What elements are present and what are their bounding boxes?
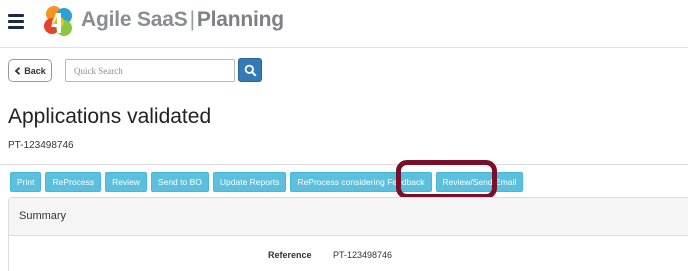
review-button[interactable]: Review — [105, 172, 147, 192]
review-send-email-button[interactable]: Review/Send Email — [435, 172, 524, 192]
hamburger-menu-icon[interactable] — [8, 14, 24, 30]
print-button[interactable]: Print — [10, 172, 42, 192]
brand-separator: | — [189, 8, 195, 31]
search-button[interactable] — [238, 58, 262, 82]
send-to-bo-button[interactable]: Send to BO — [150, 172, 209, 192]
chevron-left-icon — [14, 66, 21, 75]
update-reports-button[interactable]: Update Reports — [212, 172, 287, 192]
brand-company: Agile SaaS — [81, 8, 188, 31]
brand-name: Agile SaaS|Planning — [81, 8, 284, 32]
summary-panel-heading: Summary — [9, 198, 688, 236]
back-button[interactable]: Back — [8, 59, 52, 82]
divider — [0, 164, 688, 165]
page-title: Applications validated — [8, 105, 212, 128]
summary-title: Summary — [19, 210, 67, 222]
magnifier-icon — [244, 64, 257, 77]
reference-value: PT-123498746 — [333, 250, 393, 260]
action-toolbar: Print ReProcess Review Send to BO Update… — [10, 172, 524, 192]
quick-search-input[interactable] — [65, 59, 235, 82]
top-bar: Agile SaaS|Planning — [0, 0, 688, 48]
brand-product: Planning — [196, 8, 284, 31]
back-button-label: Back — [24, 65, 46, 76]
agile-saas-logo[interactable] — [40, 4, 76, 40]
reprocess-feedback-button[interactable]: ReProcess considering Feedback — [290, 172, 432, 192]
reprocess-button[interactable]: ReProcess — [45, 172, 102, 192]
reference-label: Reference — [268, 250, 312, 260]
page-subtitle: PT-123498746 — [8, 140, 74, 151]
